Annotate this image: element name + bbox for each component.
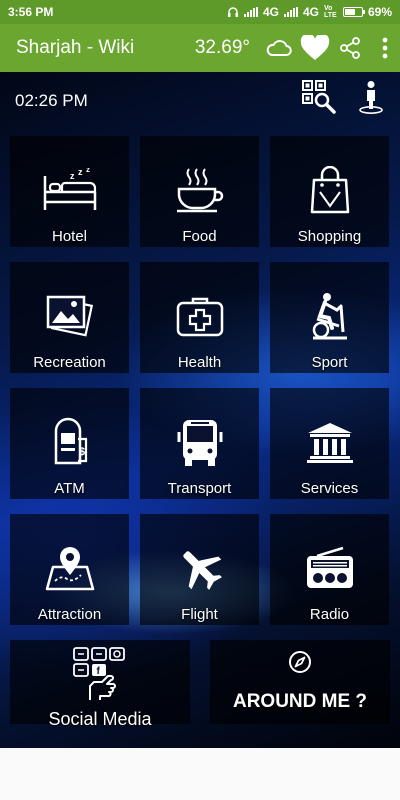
volte-label: Vo LTE — [323, 5, 337, 19]
temperature: 32.69° — [194, 37, 250, 58]
current-time: 02:26 PM — [15, 91, 88, 110]
tile-label: Radio — [309, 606, 350, 623]
svg-text:$: $ — [79, 446, 85, 458]
main-panel: 02:26 PM zzz Hotel Food Shopping Recreat… — [0, 72, 400, 748]
network-label-1: 4G — [262, 5, 279, 19]
qr-search-icon[interactable] — [302, 80, 336, 119]
heart-icon[interactable] — [300, 35, 330, 61]
tile-food[interactable]: Food — [140, 136, 259, 247]
pictures-icon — [45, 290, 95, 342]
bottom-area — [0, 748, 400, 800]
signal-icon-1 — [243, 7, 258, 17]
app-title: Sharjah - Wiki — [16, 37, 135, 58]
more-vert-icon[interactable] — [382, 37, 388, 59]
government-building-icon — [306, 416, 354, 468]
tile-services[interactable]: Services — [270, 388, 389, 499]
app-bar: Sharjah - Wiki 32.69° — [0, 24, 400, 72]
map-pin-icon — [45, 542, 95, 594]
tile-label: Health — [177, 354, 222, 371]
tile-label: Food — [182, 228, 217, 245]
exercise-bike-icon — [309, 290, 351, 342]
tile-label: Recreation — [33, 354, 106, 371]
svg-text:z: z — [70, 171, 75, 181]
tile-sport[interactable]: Sport — [270, 262, 389, 373]
tile-label: Shopping — [297, 228, 362, 245]
tile-label: Transport — [167, 480, 232, 497]
compass-icon — [288, 650, 312, 674]
battery-level — [344, 9, 355, 15]
tile-label: Hotel — [51, 228, 88, 245]
battery-icon — [342, 7, 365, 17]
atm-icon: $ — [50, 416, 90, 468]
radio-icon — [305, 542, 355, 594]
svg-text:z: z — [86, 168, 90, 174]
headphones-icon — [227, 7, 238, 17]
bus-icon — [177, 416, 223, 468]
tile-around-me[interactable]: AROUND ME ? — [210, 640, 390, 724]
social-media-hand-icon: f — [72, 646, 128, 702]
shopping-bag-icon — [309, 164, 351, 216]
tile-hotel[interactable]: zzz Hotel — [10, 136, 129, 247]
tile-attraction[interactable]: Attraction — [10, 514, 129, 625]
tile-label: Attraction — [37, 606, 102, 623]
tile-label: Flight — [181, 606, 218, 623]
network-label-2: 4G — [302, 5, 319, 19]
tile-label: Social Media — [48, 709, 152, 729]
tile-flight[interactable]: Flight — [140, 514, 259, 625]
battery-percent: 69% — [367, 5, 392, 19]
share-icon[interactable] — [338, 36, 362, 60]
tile-transport[interactable]: Transport — [140, 388, 259, 499]
status-icons: 4G 4G Vo LTE 69% — [227, 5, 392, 19]
status-bar: 3:56 PM 4G 4G Vo LTE 69% — [0, 0, 400, 24]
signal-icon-2 — [283, 7, 298, 17]
person-location-icon[interactable] — [358, 80, 384, 119]
tile-health[interactable]: Health — [140, 262, 259, 373]
tile-label: Services — [300, 480, 359, 497]
tile-atm[interactable]: $ ATM — [10, 388, 129, 499]
airplane-icon — [177, 542, 223, 594]
tile-label: AROUND ME ? — [232, 691, 368, 712]
first-aid-kit-icon — [176, 290, 224, 342]
tile-label: Sport — [311, 354, 348, 371]
tile-recreation[interactable]: Recreation — [10, 262, 129, 373]
cloud-icon[interactable] — [266, 38, 292, 58]
status-time: 3:56 PM — [8, 5, 54, 19]
tile-label: ATM — [54, 480, 85, 497]
tile-social-media[interactable]: f Social Media — [10, 640, 190, 729]
bed-icon: zzz — [42, 164, 98, 216]
svg-text:z: z — [78, 168, 83, 177]
tile-radio[interactable]: Radio — [270, 514, 389, 625]
tile-shopping[interactable]: Shopping — [270, 136, 389, 247]
coffee-cup-icon — [175, 164, 225, 216]
